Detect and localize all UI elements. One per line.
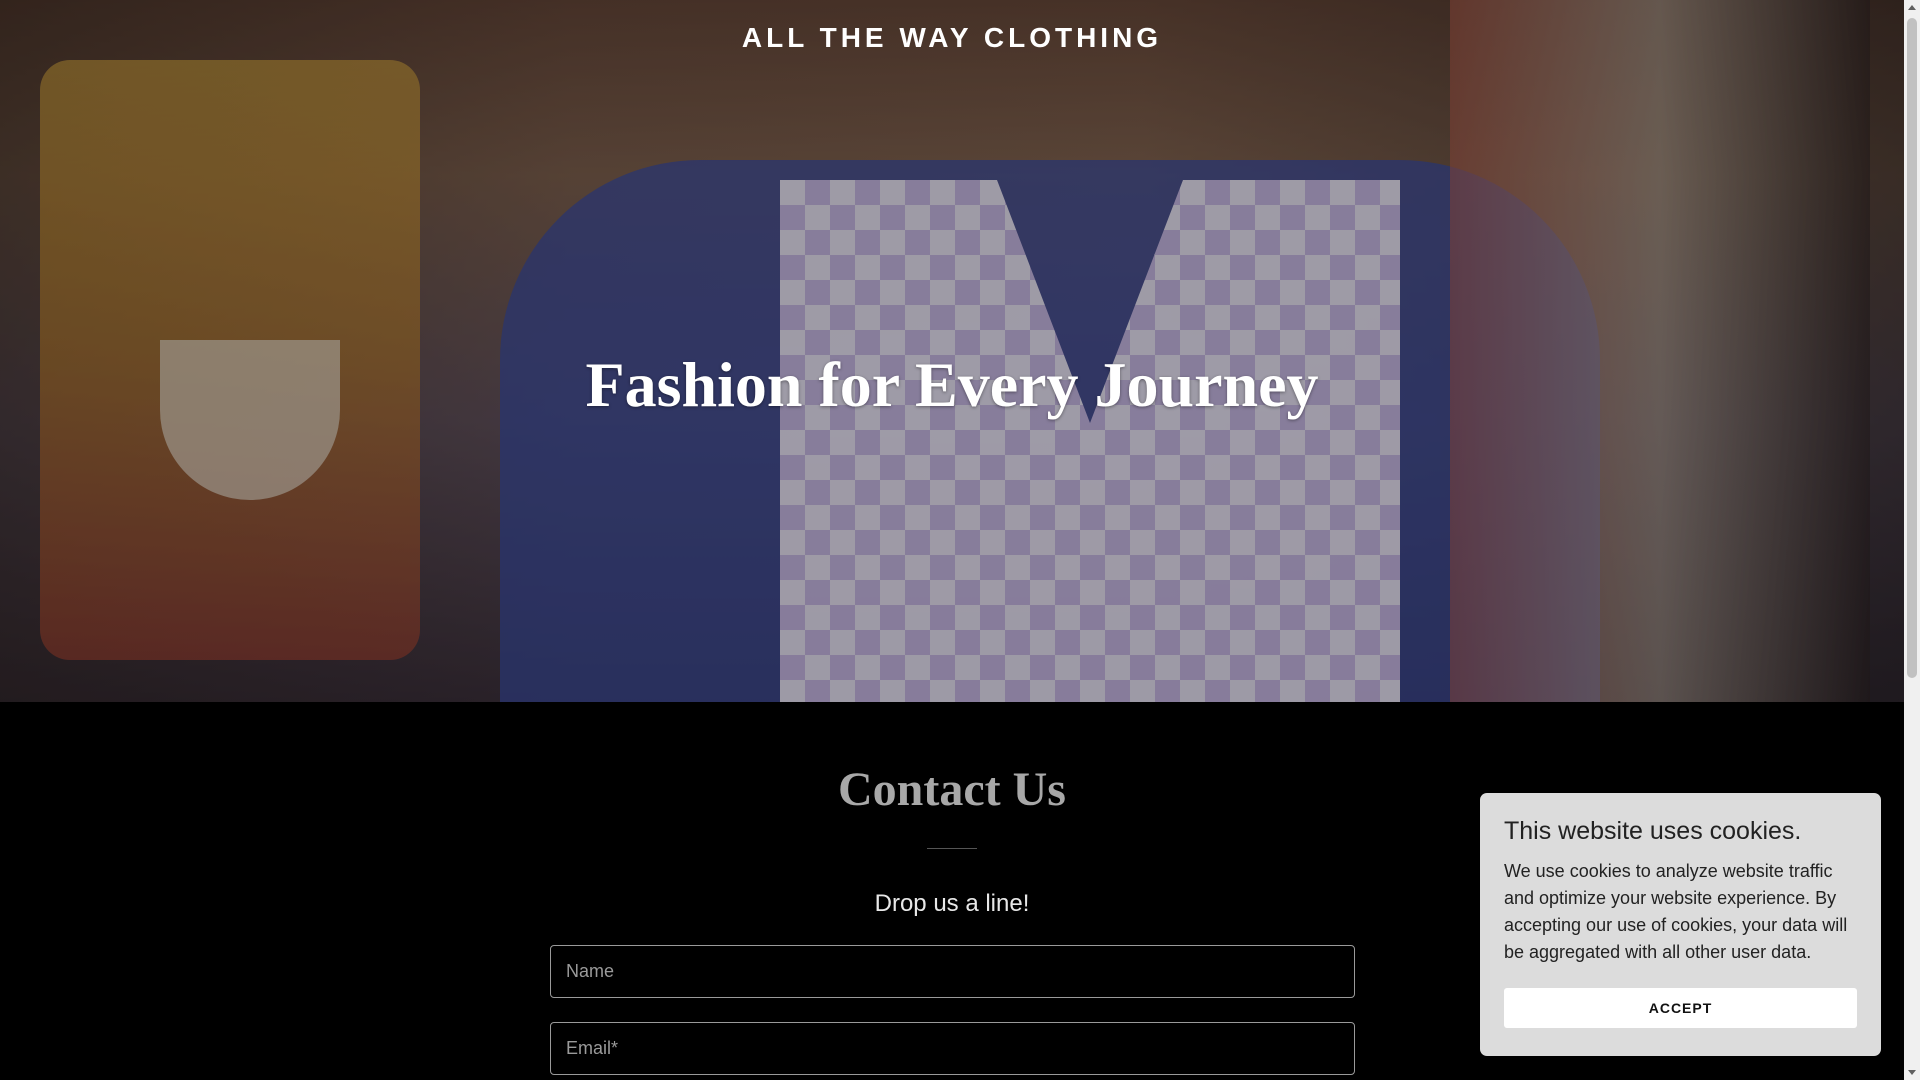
name-field[interactable] [550, 945, 1355, 998]
page-scrollbar[interactable] [1904, 0, 1920, 1080]
cookie-banner-text: We use cookies to analyze website traffi… [1504, 861, 1848, 962]
site-title[interactable]: ALL THE WAY CLOTHING [0, 22, 1904, 54]
hero-banner: ALL THE WAY CLOTHING Fashion for Every J… [0, 0, 1904, 702]
scroll-up-arrow-icon[interactable] [1908, 5, 1916, 10]
section-divider [927, 848, 977, 849]
cookie-banner-title: This website uses cookies. [1504, 817, 1802, 845]
scroll-down-arrow-icon[interactable] [1908, 1070, 1916, 1075]
hero-tagline: Fashion for Every Journey [585, 349, 1319, 420]
email-field[interactable] [550, 1022, 1355, 1075]
accept-cookies-button[interactable]: ACCEPT [1504, 988, 1857, 1028]
cookie-banner: This website uses cookies. We use cookie… [1480, 793, 1881, 1056]
scrollbar-thumb[interactable] [1907, 18, 1917, 678]
